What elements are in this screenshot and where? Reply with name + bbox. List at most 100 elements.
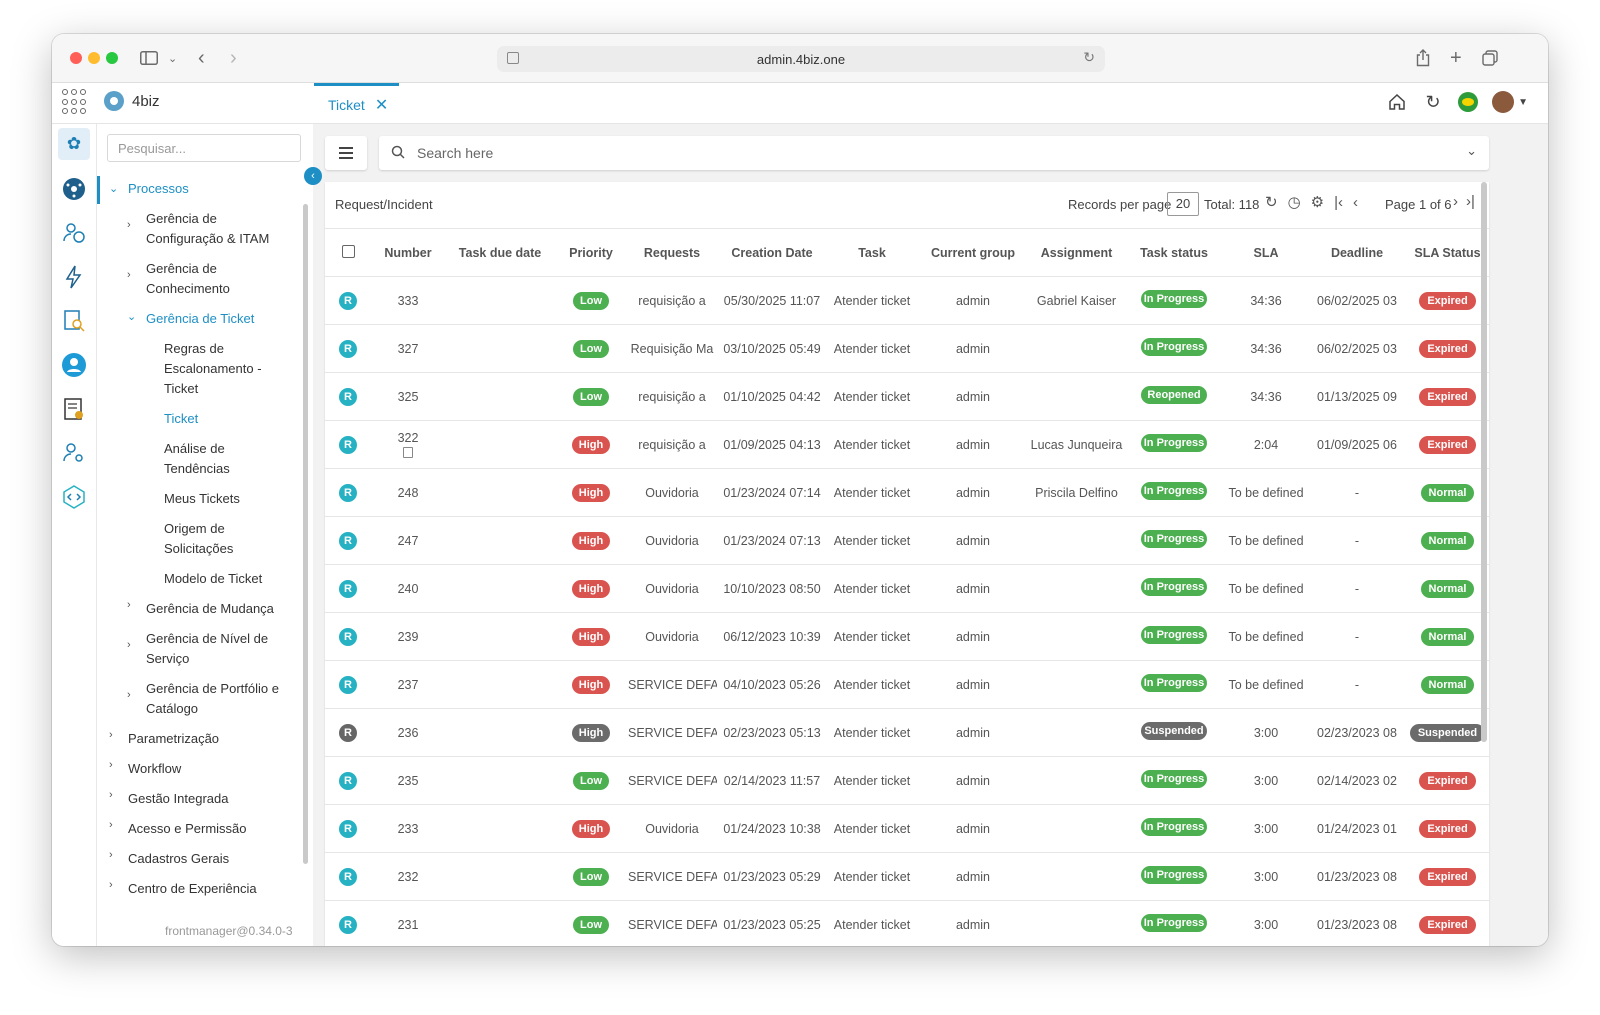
reload-icon[interactable]: ↻ (1083, 49, 1095, 66)
number-cell[interactable]: 237 (371, 660, 445, 709)
share-icon[interactable] (1416, 48, 1430, 68)
avatar[interactable] (1492, 91, 1515, 113)
sidebar-item-configuracao[interactable]: Gerência de Configuração & ITAM (146, 209, 269, 249)
number-cell[interactable]: 333 (371, 276, 445, 325)
ticket-number[interactable]: 327 (398, 342, 419, 356)
sidebar-item-gestao-integrada[interactable]: Gestão Integrada (128, 789, 228, 809)
number-cell[interactable]: 248 (371, 468, 445, 517)
table-row[interactable]: R 235 Low SERVICE DEFA 02/14/2023 11:57 Atend… (325, 756, 1489, 805)
table-row[interactable]: R 322 High requisição a 01/09/2025 04:13 Aten… (325, 420, 1489, 469)
number-cell[interactable]: 247 (371, 516, 445, 565)
table-row[interactable]: R 236 High SERVICE DEFA 02/23/2023 05:13 Aten… (325, 708, 1489, 757)
chevron-down-icon[interactable]: ⌄ (168, 48, 177, 68)
table-row[interactable]: R 247 High Ouvidoria 01/23/2024 07:13 Atender… (325, 516, 1489, 565)
column-header[interactable]: Assignment (1029, 229, 1124, 277)
processes-module-icon[interactable]: ✿ (58, 128, 90, 160)
history-icon[interactable]: ◷ (1288, 193, 1301, 211)
table-row[interactable]: R 325 Low requisição a 01/10/2025 04:42 Atend… (325, 372, 1489, 421)
sidebar-item-modelo-ticket[interactable]: Modelo de Ticket (164, 569, 262, 589)
first-page-icon[interactable]: |‹ (1334, 194, 1343, 211)
ticket-number[interactable]: 239 (398, 630, 419, 644)
table-row[interactable]: R 239 High Ouvidoria 06/12/2023 10:39 Atender… (325, 612, 1489, 661)
table-row[interactable]: R 231 Low SERVICE DEFA 01/23/2023 05:25 Atend… (325, 900, 1489, 946)
close-window-button[interactable] (70, 52, 82, 64)
sidebar-scrollbar[interactable] (303, 204, 308, 864)
number-cell[interactable]: 322 (371, 420, 445, 469)
tab-ticket[interactable]: Ticket ✕ (314, 83, 399, 123)
records-per-page-input[interactable]: 20 (1167, 192, 1199, 216)
sidebar-item-centro-experiencia[interactable]: Centro de Experiência (128, 879, 257, 899)
column-header[interactable]: Creation Date (717, 229, 827, 277)
chevron-down-icon[interactable]: ⌄ (127, 310, 136, 323)
tab-overview-icon[interactable] (1482, 48, 1498, 68)
sidebar-item-acesso-permissao[interactable]: Acesso e Permissão (128, 819, 247, 839)
refresh-icon[interactable]: ↻ (1422, 91, 1444, 113)
copy-icon[interactable] (403, 447, 413, 458)
user-profile-icon[interactable] (61, 352, 87, 378)
sidebar-search-input[interactable]: Pesquisar... (107, 134, 301, 162)
list-view-button[interactable] (325, 136, 367, 170)
sidebar-item-nivel-servico[interactable]: Gerência de Nível de Serviço (146, 629, 268, 669)
table-row[interactable]: R 233 High Ouvidoria 01/24/2023 10:38 Atender… (325, 804, 1489, 853)
user-menu[interactable]: ▼ (1492, 91, 1528, 113)
app-launcher-icon[interactable] (62, 89, 88, 115)
table-row[interactable]: R 333 Low requisição a 05/30/2025 11:07 Atend… (325, 276, 1489, 325)
table-row[interactable]: R 232 Low SERVICE DEFA 01/23/2023 05:29 Atend… (325, 852, 1489, 901)
chevron-right-icon[interactable]: › (109, 849, 113, 861)
sidebar-item-meus-tickets[interactable]: Meus Tickets (164, 489, 240, 509)
number-cell[interactable]: 236 (371, 708, 445, 757)
chevron-right-icon[interactable]: › (109, 759, 113, 771)
chevron-right-icon[interactable]: › (127, 639, 131, 651)
back-icon[interactable]: ‹ (198, 47, 205, 69)
sidebar-toggle-icon[interactable] (140, 48, 158, 68)
sidebar-item-regras-escalonamento[interactable]: Regras de Escalonamento - Ticket (164, 339, 262, 399)
ticket-number[interactable]: 247 (398, 534, 419, 548)
number-cell[interactable]: 233 (371, 804, 445, 853)
ticket-number[interactable]: 235 (398, 774, 419, 788)
chevron-down-icon[interactable]: ▼ (1518, 97, 1528, 108)
sidebar-item-processos[interactable]: Processos (128, 179, 189, 199)
table-row[interactable]: R 237 High SERVICE DEFA 04/10/2023 05:26 Aten… (325, 660, 1489, 709)
sidebar-item-ticket[interactable]: Ticket (164, 409, 198, 429)
column-header[interactable]: Deadline (1308, 229, 1406, 277)
sidebar-item-workflow[interactable]: Workflow (128, 759, 181, 779)
chevron-right-icon[interactable]: › (109, 879, 113, 891)
ticket-number[interactable]: 248 (398, 486, 419, 500)
ticket-number[interactable]: 325 (398, 390, 419, 404)
column-header[interactable]: SLA Status (1406, 229, 1489, 277)
chevron-right-icon[interactable]: › (127, 219, 131, 231)
ticket-number[interactable]: 322 (398, 431, 419, 445)
prev-page-icon[interactable]: ‹ (1353, 194, 1358, 211)
sidebar-item-mudanca[interactable]: Gerência de Mudança (146, 599, 274, 619)
refresh-icon[interactable]: ↻ (1265, 193, 1278, 211)
number-cell[interactable]: 231 (371, 900, 445, 946)
global-users-icon[interactable] (61, 220, 87, 246)
collapse-sidebar-button[interactable]: ‹ (304, 167, 322, 185)
chevron-right-icon[interactable]: › (127, 599, 131, 611)
lightning-icon[interactable] (61, 264, 87, 290)
number-cell[interactable]: 239 (371, 612, 445, 661)
number-cell[interactable]: 327 (371, 324, 445, 373)
number-cell[interactable]: 235 (371, 756, 445, 805)
next-page-icon[interactable]: › (1453, 193, 1458, 210)
sidebar-item-parametrizacao[interactable]: Parametrização (128, 729, 219, 749)
sidebar-item-conhecimento[interactable]: Gerência de Conhecimento (146, 259, 230, 299)
minimize-window-button[interactable] (88, 52, 100, 64)
table-row[interactable]: R 240 High Ouvidoria 10/10/2023 08:50 Atender… (325, 564, 1489, 613)
main-scrollbar[interactable] (1481, 182, 1487, 742)
new-tab-icon[interactable]: + (1450, 47, 1462, 69)
ticket-number[interactable]: 240 (398, 582, 419, 596)
column-header[interactable]: Priority (555, 229, 627, 277)
report-search-icon[interactable] (61, 308, 87, 334)
column-header[interactable]: Task due date (445, 229, 555, 277)
ticket-number[interactable]: 236 (398, 726, 419, 740)
close-tab-icon[interactable]: ✕ (375, 95, 388, 115)
home-icon[interactable] (1386, 91, 1408, 113)
chevron-right-icon[interactable]: › (127, 689, 131, 701)
column-header[interactable]: SLA (1224, 229, 1308, 277)
sidebar-item-origem-solicitacoes[interactable]: Origem de Solicitações (164, 519, 233, 559)
forward-icon[interactable]: › (230, 47, 237, 69)
address-bar[interactable]: admin.4biz.one ↻ (497, 46, 1105, 72)
code-icon[interactable] (61, 484, 87, 510)
user-settings-icon[interactable] (61, 440, 87, 466)
